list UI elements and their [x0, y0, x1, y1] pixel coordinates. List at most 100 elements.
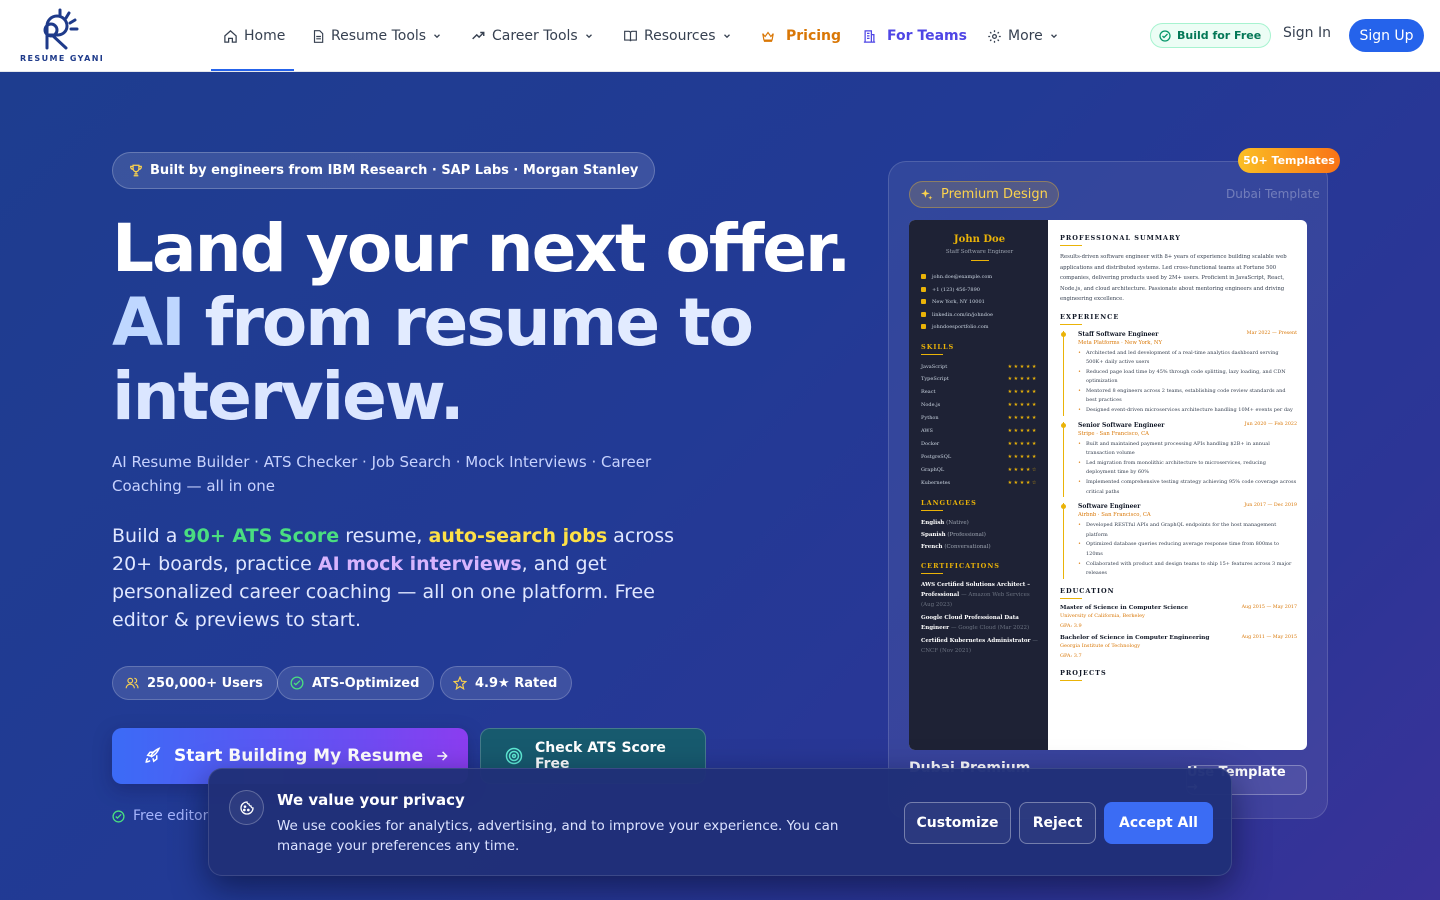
nav-home[interactable]: Home: [223, 24, 285, 48]
education-row: Master of Science in Computer Science Aug…: [1060, 604, 1297, 611]
skill-row: TypeScript ★★★★★: [921, 376, 1038, 383]
nav-more[interactable]: More: [987, 24, 1059, 48]
certifications-heading: CERTIFICATIONS: [921, 561, 1000, 570]
sign-up-button[interactable]: Sign Up: [1349, 19, 1424, 52]
reject-button[interactable]: Reject: [1019, 802, 1096, 844]
timeline-dot: [1061, 422, 1066, 428]
desc-auto-search: auto-search jobs: [428, 525, 608, 547]
cert-row: Certified Kubernetes Administrator — CNC…: [921, 637, 1038, 654]
summary-heading: PROFESSIONAL SUMMARY: [1060, 234, 1181, 242]
resume-name: John Doe: [953, 234, 1006, 245]
projects-heading: PROJECTS: [1060, 668, 1107, 677]
free-editor-note: Free editor: [112, 808, 208, 824]
check-circle-icon: [1159, 29, 1171, 42]
nav-career-tools-label: Career Tools: [492, 28, 578, 44]
templates-count-badge: 50+ Templates: [1238, 148, 1340, 173]
contact-email: john.doe@example.com: [921, 271, 1038, 284]
divider: [921, 572, 943, 574]
divider: [1060, 323, 1082, 325]
skill-row: JavaScript ★★★★★: [921, 363, 1038, 370]
headline-line-3: interview.: [112, 358, 465, 435]
skill-row: Docker ★★★★★: [921, 440, 1038, 447]
skill-row: Kubernetes ★★★★☆: [921, 479, 1038, 486]
skill-row: React ★★★★★: [921, 389, 1038, 396]
desc-mock-interviews: AI mock interviews: [317, 553, 522, 575]
cert-row: AWS Certified Solutions Architect – Prof…: [921, 581, 1030, 608]
top-navigation: RESUME GYANI Home Resume Tools Career To…: [0, 0, 1440, 72]
divider: [1060, 245, 1082, 246]
document-icon: [313, 29, 324, 43]
job-bullet: Implemented comprehensive testing strate…: [1078, 478, 1297, 497]
summary-text: Results-driven software engineer with 8+…: [1060, 254, 1287, 302]
desc-part-1: Build a: [112, 525, 184, 547]
skills-list: JavaScript ★★★★★ TypeScript ★★★★★ React ★★★…: [921, 361, 1038, 490]
divider: [921, 509, 943, 511]
resume-main: PROFESSIONAL SUMMARY Results-driven soft…: [1048, 220, 1307, 750]
nav-home-label: Home: [244, 28, 286, 44]
resume-contacts: john.doe@example.com +1 (123) 456-7890 N…: [921, 271, 1038, 334]
job-bullet: Collaborated with product and design tea…: [1078, 560, 1297, 579]
nav-resources-label: Resources: [644, 28, 716, 44]
rocket-icon: [145, 747, 161, 763]
nav-career-tools[interactable]: Career Tools: [471, 24, 594, 48]
skill-row: GraphQL ★★★★☆: [921, 466, 1038, 473]
nav-pricing[interactable]: Pricing: [760, 24, 841, 48]
trophy-icon: [130, 164, 142, 177]
job-entry: Senior Software Engineer Jun 2020 — Feb 2…: [1061, 421, 1297, 498]
rating-pill: 4.9★ Rated: [440, 666, 573, 700]
build-for-free-label: Build for Free: [1177, 29, 1262, 42]
home-icon: [224, 29, 237, 43]
job-company: Stripe · San Francisco, CA: [1078, 430, 1149, 437]
nav-resume-tools[interactable]: Resume Tools: [311, 24, 442, 48]
job-bullet: Designed event-driven microservices arch…: [1078, 406, 1297, 416]
sign-in-link[interactable]: Sign In: [1283, 25, 1331, 41]
contact-location: New York, NY 10001: [921, 296, 1038, 309]
trending-up-icon: [472, 31, 485, 40]
phone-icon: [921, 286, 926, 292]
check-circle-icon: [112, 809, 125, 823]
accept-all-button[interactable]: Accept All: [1104, 802, 1213, 844]
education-school: University of California, Berkeley: [1060, 612, 1145, 619]
resume-preview[interactable]: John Doe Staff Software Engineer john.do…: [909, 220, 1307, 750]
headline-rest: from resume to: [204, 284, 754, 361]
linkedin-icon: [921, 311, 926, 317]
premium-design-badge: Premium Design: [909, 181, 1059, 208]
nav-more-label: More: [1008, 28, 1043, 44]
target-icon: [505, 747, 523, 765]
divider: [1060, 597, 1082, 599]
headline-line-1: Land your next offer.: [112, 210, 851, 287]
resume-role: Staff Software Engineer: [945, 249, 1014, 255]
start-building-label: Start Building My Resume: [174, 746, 424, 766]
education-school: Georgia Institute of Technology: [1060, 642, 1141, 649]
job-bullet: Developed RESTful APIs and GraphQL endpo…: [1078, 521, 1297, 540]
language-row: French (Conversational): [921, 543, 991, 550]
nav-for-teams-label: For Teams: [887, 28, 967, 44]
cookie-icon: [229, 790, 264, 825]
globe-icon: [921, 324, 926, 329]
brand-logo[interactable]: RESUME GYANI: [20, 6, 103, 68]
build-for-free-button[interactable]: Build for Free: [1150, 23, 1272, 48]
contact-phone: +1 (123) 456-7890: [921, 284, 1038, 297]
sparkles-icon: [921, 189, 933, 200]
active-tab-indicator: [211, 69, 294, 71]
headline-ai: AI: [112, 284, 186, 361]
nav-for-teams[interactable]: For Teams: [862, 24, 967, 48]
users-icon: [125, 677, 139, 689]
skills-heading: SKILLS: [921, 342, 955, 351]
credibility-badge-text: Built by engineers from IBM Research · S…: [150, 163, 639, 178]
nav-resources[interactable]: Resources: [623, 24, 732, 48]
job-company: Meta Platforms · New York, NY: [1078, 339, 1162, 346]
cookie-title: We value your privacy: [277, 791, 465, 809]
education-gpa: GPA: 3.9: [1060, 622, 1082, 629]
education-row: Bachelor of Science in Computer Engineer…: [1060, 634, 1297, 641]
desc-part-2: resume,: [339, 525, 429, 547]
skill-row: AWS ★★★★★: [921, 428, 1038, 435]
contact-linkedin: linkedin.com/in/johndoe: [921, 309, 1038, 322]
job-bullet: Mentored 8 engineers across 2 teams, est…: [1078, 387, 1297, 406]
divider: [1060, 679, 1082, 681]
education-gpa: GPA: 3.7: [1060, 652, 1082, 659]
divider: [921, 353, 943, 355]
rating-label: 4.9★ Rated: [475, 675, 558, 691]
cookie-consent-banner: We value your privacy We use cookies for…: [208, 768, 1232, 876]
customize-button[interactable]: Customize: [904, 802, 1011, 844]
